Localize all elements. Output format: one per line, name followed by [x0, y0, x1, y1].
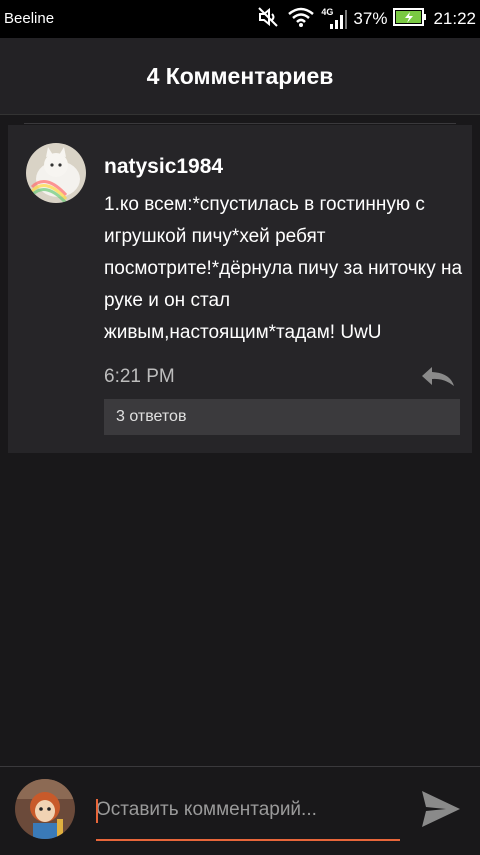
comment-username[interactable]: natysic1984: [104, 155, 223, 179]
text-cursor: [96, 799, 98, 823]
reply-icon[interactable]: [420, 365, 456, 392]
send-icon[interactable]: [420, 789, 462, 834]
input-underline: [96, 839, 400, 841]
battery-percent: 37%: [353, 9, 388, 28]
wifi-icon: [287, 7, 315, 32]
page-title: 4 Комментариев: [146, 62, 334, 89]
carrier-name: Beeline: [4, 10, 55, 27]
comment-input-wrapper: [96, 787, 400, 843]
user-avatar[interactable]: [15, 779, 75, 839]
clock: 21:22: [433, 9, 476, 28]
replies-label: 3 ответов: [116, 408, 187, 425]
replies-button[interactable]: 3 ответов: [104, 399, 460, 435]
app-header: 4 Комментариев: [0, 38, 480, 115]
comment-time: 6:21 PM: [104, 366, 175, 387]
divider: [24, 123, 456, 124]
comment-composer: [0, 766, 480, 855]
signal-icon: 4G: [321, 7, 348, 31]
comment-text: 1.ко всем:*спустилась в гостинную с игру…: [104, 194, 463, 343]
comment-card: natysic1984 1.ко всем:*спустилась в гост…: [8, 125, 472, 453]
status-bar: Beeline 4G 37% 21:22: [0, 0, 480, 38]
battery-charging-icon: [393, 7, 427, 32]
mute-icon: [257, 6, 281, 33]
cat-avatar[interactable]: [26, 143, 86, 203]
status-icons: 4G 37% 21:22: [257, 0, 476, 38]
comment-input[interactable]: [96, 787, 400, 833]
